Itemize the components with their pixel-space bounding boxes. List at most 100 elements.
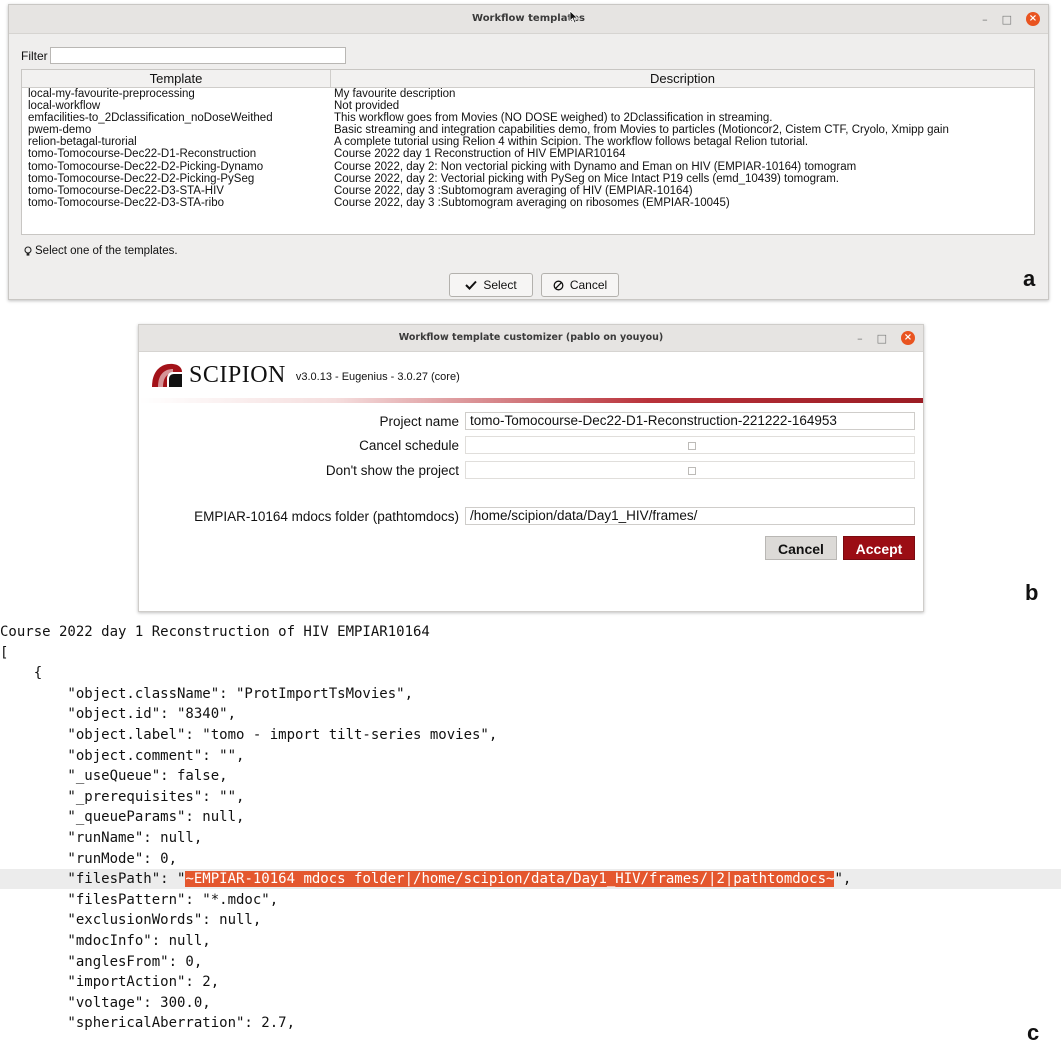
minimize-icon[interactable]: – bbox=[857, 333, 863, 344]
dont-show-project-checkbox[interactable] bbox=[688, 467, 696, 475]
code-line-prefix: "filesPath": " bbox=[0, 871, 186, 888]
table-row[interactable]: tomo-Tomocourse-Dec22-D3-STA-ribo Course … bbox=[22, 197, 1034, 209]
window-controls: – □ × bbox=[982, 5, 1040, 33]
highlighted-files-path-value: ~EMPIAR-10164 mdocs folder|/home/scipion… bbox=[185, 871, 835, 888]
table-row[interactable]: tomo-Tomocourse-Dec22-D2-Picking-Dynamo C… bbox=[22, 161, 1034, 173]
code-line: "_prerequisites": "", bbox=[0, 788, 245, 805]
cancel-schedule-checkbox[interactable] bbox=[688, 442, 696, 450]
maximize-icon[interactable]: □ bbox=[877, 333, 887, 344]
code-line: "object.id": "8340", bbox=[0, 706, 237, 723]
cancel-button[interactable]: Cancel bbox=[765, 536, 837, 560]
table-row[interactable]: tomo-Tomocourse-Dec22-D3-STA-HIV Course 2… bbox=[22, 185, 1034, 197]
table-row[interactable]: tomo-Tomocourse-Dec22-D2-Picking-PySeg Co… bbox=[22, 173, 1034, 185]
template-name-cell: tomo-Tomocourse-Dec22-D3-STA-HIV bbox=[28, 184, 224, 197]
code-line: "filesPattern": "*.mdoc", bbox=[0, 891, 279, 908]
project-name-row: Project name tomo-Tomocourse-Dec22-D1-Re… bbox=[149, 412, 915, 430]
table-row[interactable]: local-my-favourite-preprocessing My favou… bbox=[22, 88, 1034, 100]
maximize-icon[interactable]: □ bbox=[1002, 14, 1012, 25]
project-name-input[interactable]: tomo-Tomocourse-Dec22-D1-Reconstruction-… bbox=[465, 412, 915, 430]
cancel-schedule-field bbox=[465, 436, 915, 454]
template-description-cell: Not provided bbox=[334, 100, 400, 113]
cancel-schedule-row: Cancel schedule bbox=[149, 436, 915, 454]
select-button[interactable]: Select bbox=[449, 273, 533, 297]
column-header-template[interactable]: Template bbox=[22, 70, 331, 87]
template-description-cell: Course 2022 day 1 Reconstruction of HIV … bbox=[334, 148, 626, 161]
select-button-label: Select bbox=[483, 278, 517, 292]
version-text: v3.0.13 - Eugenius - 3.0.27 (core) bbox=[295, 371, 460, 383]
code-line: "exclusionWords": null, bbox=[0, 912, 262, 929]
window-title: Workflow template customizer (pablo on y… bbox=[398, 332, 664, 343]
code-line: Course 2022 day 1 Reconstruction of HIV … bbox=[0, 624, 430, 640]
close-icon[interactable]: × bbox=[901, 331, 915, 345]
column-header-description[interactable]: Description bbox=[331, 70, 1034, 87]
dont-show-project-field bbox=[465, 461, 915, 479]
template-description-cell: Basic streaming and integration capabili… bbox=[334, 124, 949, 137]
filter-input[interactable] bbox=[49, 47, 346, 64]
template-description-cell: A complete tutorial using Relion 4 withi… bbox=[334, 136, 809, 149]
table-header: Template Description bbox=[22, 70, 1034, 88]
window-titlebar[interactable]: Workflow template customizer (pablo on y… bbox=[139, 325, 923, 352]
hint-row: Select one of the templates. bbox=[23, 245, 178, 257]
table-body: local-my-favourite-preprocessing My favou… bbox=[22, 88, 1034, 209]
template-description-cell: Course 2022, day 3 :Subtomogram averagin… bbox=[334, 196, 730, 209]
accept-button[interactable]: Accept bbox=[843, 536, 915, 560]
code-line: "voltage": 300.0, bbox=[0, 994, 211, 1011]
table-row[interactable]: pwem-demo Basic streaming and integration… bbox=[22, 124, 1034, 136]
mouse-cursor-icon bbox=[569, 10, 579, 24]
project-name-label: Project name bbox=[379, 413, 459, 429]
code-line-suffix: ", bbox=[834, 871, 852, 888]
code-line: "sphericalAberration": 2.7, bbox=[0, 1015, 296, 1032]
template-description-cell: Course 2022, day 3 :Subtomogram averagin… bbox=[334, 184, 693, 197]
panel-label-a: a bbox=[1023, 266, 1036, 291]
template-name-cell: pwem-demo bbox=[28, 124, 92, 137]
code-line: "importAction": 2, bbox=[0, 974, 220, 991]
code-line: "object.comment": "", bbox=[0, 747, 245, 764]
window-titlebar[interactable]: Workflow templates – □ × bbox=[9, 5, 1048, 34]
mdocs-folder-label: EMPIAR-10164 mdocs folder (pathtomdocs) bbox=[194, 508, 459, 524]
template-name-cell: relion-betagal-turorial bbox=[28, 136, 137, 149]
minimize-icon[interactable]: – bbox=[982, 14, 988, 25]
scipion-helmet-icon bbox=[152, 363, 182, 387]
table-row[interactable]: local-workflow Not provided bbox=[22, 100, 1034, 112]
template-customizer-window: Workflow template customizer (pablo on y… bbox=[138, 324, 924, 612]
code-line: "mdocInfo": null, bbox=[0, 933, 211, 949]
filter-label: Filter bbox=[21, 48, 48, 63]
code-line: "anglesFrom": 0, bbox=[0, 953, 203, 970]
json-code-view: Course 2022 day 1 Reconstruction of HIV … bbox=[0, 620, 1061, 1054]
hint-text: Select one of the templates. bbox=[35, 245, 178, 257]
workflow-templates-window: Workflow templates – □ × Filter Template… bbox=[8, 4, 1049, 300]
panel-label-b: b bbox=[1025, 580, 1039, 605]
table-row[interactable]: relion-betagal-turorial A complete tutori… bbox=[22, 136, 1034, 148]
mdocs-folder-input[interactable]: /home/scipion/data/Day1_HIV/frames/ bbox=[465, 507, 915, 525]
template-description-cell: Course 2022, day 2: Non vectorial pickin… bbox=[334, 160, 857, 173]
templates-table: Template Description local-my-favourite-… bbox=[21, 69, 1035, 235]
mdocs-folder-row: EMPIAR-10164 mdocs folder (pathtomdocs) … bbox=[149, 507, 915, 525]
template-name-cell: tomo-Tomocourse-Dec22-D3-STA-ribo bbox=[28, 196, 224, 209]
template-name-cell: tomo-Tomocourse-Dec22-D1-Reconstruction bbox=[28, 148, 257, 161]
table-row[interactable]: emfacilities-to_2Dclassification_noDoseW… bbox=[22, 112, 1034, 124]
template-name-cell: local-my-favourite-preprocessing bbox=[28, 88, 195, 100]
template-name-cell: tomo-Tomocourse-Dec22-D2-Picking-PySeg bbox=[28, 172, 255, 185]
template-name-cell: emfacilities-to_2Dclassification_noDoseW… bbox=[28, 112, 273, 125]
template-description-cell: My favourite description bbox=[334, 88, 456, 100]
table-row[interactable]: tomo-Tomocourse-Dec22-D1-Reconstruction C… bbox=[22, 148, 1034, 160]
code-line: { bbox=[0, 665, 43, 682]
code-line: [ bbox=[0, 644, 9, 661]
header-stripe bbox=[139, 398, 923, 403]
code-line: "runName": null, bbox=[0, 830, 203, 846]
template-description-cell: Course 2022, day 2: Vectorial picking wi… bbox=[334, 172, 839, 185]
cancel-button-label: Cancel bbox=[569, 278, 608, 292]
cancel-schedule-label: Cancel schedule bbox=[359, 437, 459, 453]
code-line: "runMode": 0, bbox=[0, 850, 178, 867]
code-line: "object.className": "ProtImportTsMovies"… bbox=[0, 685, 414, 702]
code-line: "filesPath": "~EMPIAR-10164 mdocs folder… bbox=[0, 869, 1061, 890]
scipion-logo-text: SCIPION bbox=[189, 361, 286, 388]
window-controls: – □ × bbox=[857, 325, 915, 351]
cancel-button[interactable]: Cancel bbox=[541, 273, 619, 297]
code-line: "_queueParams": null, bbox=[0, 809, 245, 826]
code-line: "object.label": "tomo - import tilt-seri… bbox=[0, 727, 498, 743]
dialog-buttons: Select Cancel bbox=[449, 273, 619, 297]
cancel-icon bbox=[553, 280, 564, 290]
dont-show-project-label: Don't show the project bbox=[325, 462, 459, 478]
close-icon[interactable]: × bbox=[1026, 12, 1040, 26]
